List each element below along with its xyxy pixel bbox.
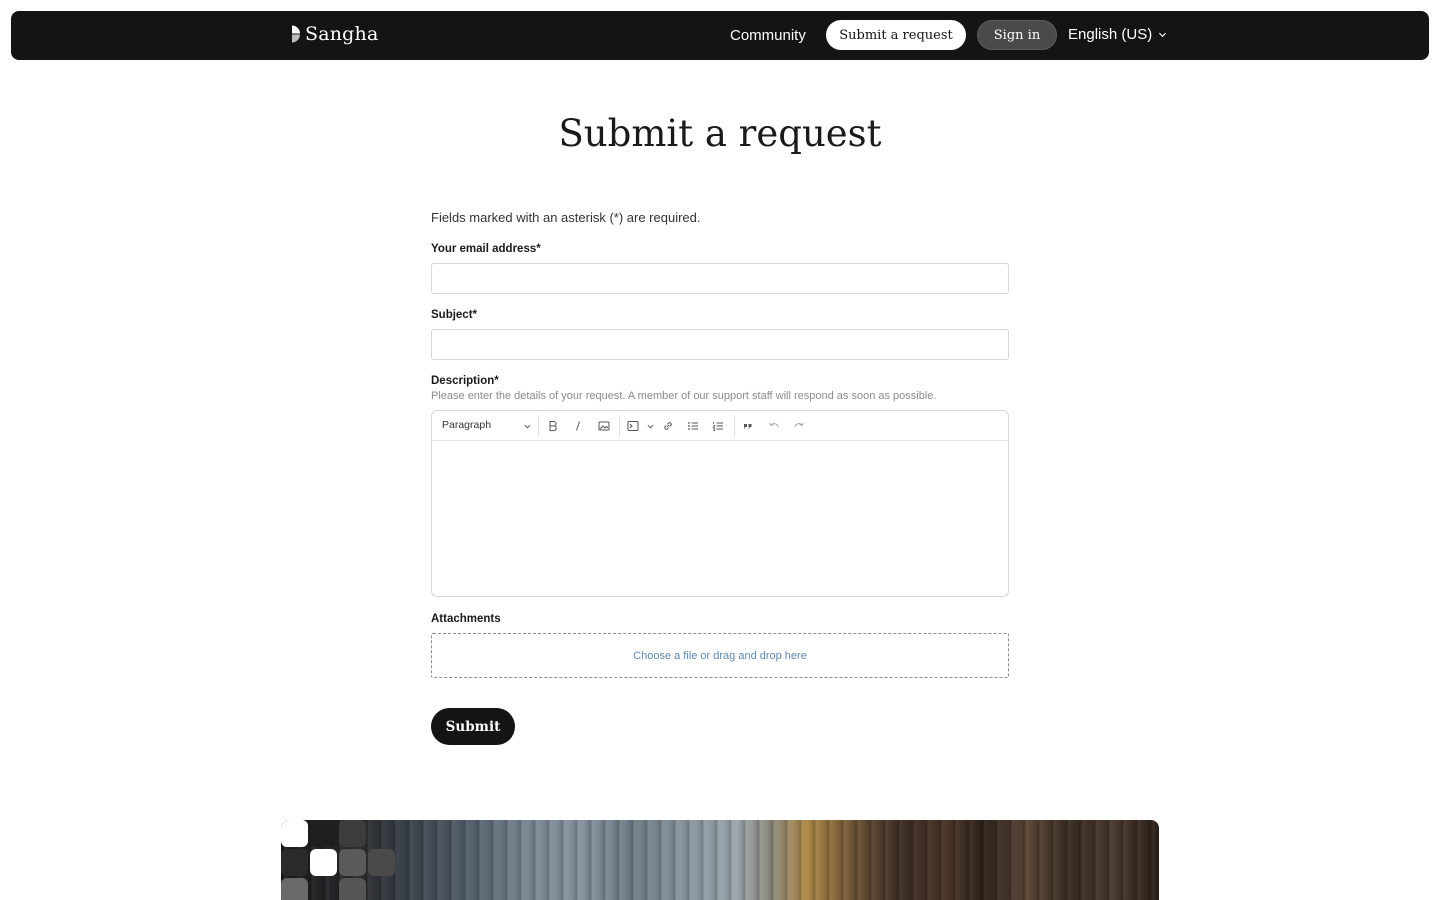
code-block-button[interactable] <box>626 419 640 433</box>
block-format-label: Paragraph <box>442 419 492 431</box>
undo-icon <box>769 422 779 428</box>
italic-icon <box>576 421 580 431</box>
insert-image-button[interactable] <box>597 419 611 433</box>
banner-tile <box>281 878 308 900</box>
brand-logo[interactable]: Sangha <box>281 23 379 45</box>
code-block-icon <box>627 421 639 431</box>
banner-tile <box>339 820 366 847</box>
banner-tile <box>310 849 337 876</box>
top-navigation-bar: Sangha Community Submit a request Sign i… <box>11 11 1429 60</box>
chevron-down-icon <box>647 424 654 429</box>
banner-tile <box>281 820 308 847</box>
toolbar-divider <box>619 415 620 437</box>
toolbar-divider <box>538 415 539 437</box>
redo-icon <box>794 422 804 428</box>
toolbar-divider <box>734 415 735 437</box>
attachments-dropzone[interactable]: Choose a file or drag and drop here <box>431 633 1009 678</box>
banner-tile <box>339 878 366 900</box>
numbered-list-button[interactable] <box>711 419 725 433</box>
block-format-dropdown[interactable]: Paragraph <box>442 419 491 431</box>
language-label: English (US) <box>1068 26 1153 43</box>
sangha-logo-icon <box>282 25 300 43</box>
submit-button[interactable]: Submit <box>431 708 515 745</box>
sign-in-button[interactable]: Sign in <box>977 20 1057 50</box>
required-fields-note: Fields marked with an asterisk (*) are r… <box>431 210 701 225</box>
brand-name: Sangha <box>305 23 379 45</box>
italic-button[interactable] <box>571 419 585 433</box>
chevron-down-icon <box>524 424 531 429</box>
image-icon <box>598 421 610 431</box>
description-editor: Paragraph <box>431 410 1009 597</box>
email-field[interactable] <box>431 263 1009 294</box>
blockquote-button[interactable] <box>741 419 755 433</box>
link-icon <box>664 422 672 430</box>
language-selector[interactable]: English (US) <box>1068 26 1167 43</box>
bulleted-list-button[interactable] <box>686 419 700 433</box>
choose-file-link[interactable]: Choose a file or drag and drop here <box>633 650 807 662</box>
redo-button[interactable] <box>792 419 806 433</box>
banner-texture <box>281 820 1159 900</box>
page-title: Submit a request <box>558 112 882 155</box>
description-hint: Please enter the details of your request… <box>431 390 937 402</box>
bold-icon <box>549 421 557 432</box>
insert-link-button[interactable] <box>661 419 675 433</box>
banner-tile <box>281 849 308 876</box>
banner-tile <box>368 849 395 876</box>
attachments-label: Attachments <box>431 613 501 625</box>
chevron-down-icon <box>1159 32 1167 38</box>
banner-tile <box>339 849 366 876</box>
bold-button[interactable] <box>546 419 560 433</box>
banner-tile <box>310 820 337 847</box>
submit-request-nav-button[interactable]: Submit a request <box>826 20 966 50</box>
email-label: Your email address* <box>431 243 541 255</box>
undo-button[interactable] <box>767 419 781 433</box>
subject-label: Subject* <box>431 309 478 321</box>
quote-icon <box>744 424 752 429</box>
editor-toolbar: Paragraph <box>432 411 1008 441</box>
bulleted-list-icon <box>688 422 698 430</box>
footer-banner-image <box>281 820 1159 900</box>
nav-community-link[interactable]: Community <box>730 27 806 44</box>
description-text-area[interactable] <box>432 441 1008 596</box>
description-label: Description* <box>431 375 499 387</box>
subject-field[interactable] <box>431 329 1009 360</box>
numbered-list-icon <box>712 422 723 431</box>
